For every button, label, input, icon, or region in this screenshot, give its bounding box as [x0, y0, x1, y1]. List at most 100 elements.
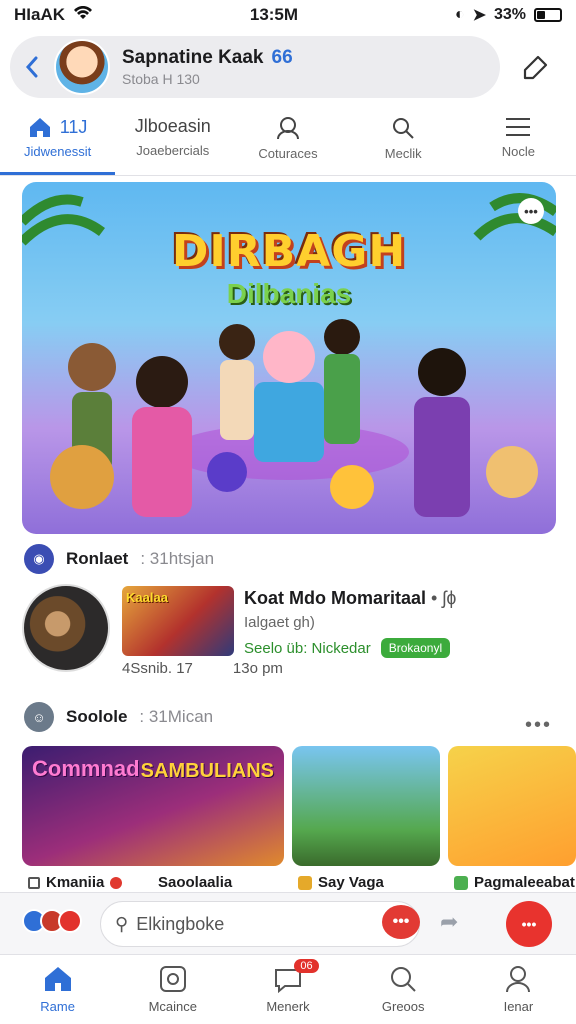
media-icon [159, 966, 186, 992]
post-header[interactable]: ◉ Ronlaet : 31htsjan [24, 544, 214, 574]
battery-icon [534, 8, 562, 22]
carrier-label: HIaAK [14, 5, 66, 24]
post-author-2: Soolole [66, 707, 128, 726]
home-icon [44, 967, 71, 991]
feed-byline: Seelo üb: Nickedar Brokaonyl [244, 638, 451, 658]
nav-profile-label: Ienar [503, 999, 534, 1014]
card-overlay-right: SAMBULIANS [140, 760, 274, 782]
feed-stat-time: 13o pm [232, 660, 283, 677]
share-button[interactable]: ➦ [440, 909, 458, 935]
member-count: 66 [271, 47, 293, 68]
feed-title-suffix: • ʃɸ [431, 588, 457, 608]
wifi-icon [73, 5, 93, 25]
tab-home-top: 11J [59, 116, 88, 137]
chevron-left-icon [25, 56, 38, 78]
thumbnail-text: Kaalaa [126, 590, 168, 605]
tab-contacts-label: Coturaces [258, 146, 318, 161]
tab-broadcasts-top: Jlboeasin [134, 116, 211, 136]
feed-stats: 4Ssnib. 17 13o pm [122, 660, 283, 677]
message-bar: ⚲ Elkingboke ••• ➦ ••• [0, 892, 576, 954]
edit-icon [523, 55, 548, 80]
card-caption-2: Saoolaalia [158, 874, 233, 891]
contact-subtitle: Stoba H 130 [122, 71, 200, 87]
pin-icon [110, 876, 123, 889]
media-card[interactable]: Commnad SAMBULIANS [22, 746, 284, 866]
author-avatar: ☺ [24, 702, 54, 732]
card-overlay-left: Commnad [32, 756, 140, 781]
card-caption: Kmaniia [28, 874, 123, 891]
bottom-nav: Rame Mcaince 06 Menerk Greoos Ienar [0, 954, 576, 1024]
channel-icon: ◉ [24, 544, 54, 574]
feed-thumbnail: Kaalaa [122, 586, 234, 656]
nav-search[interactable]: Greoos [346, 955, 461, 1024]
tab-home-label: Jidwenessit [24, 144, 92, 159]
fab-button[interactable]: ••• [506, 901, 552, 947]
tab-search-label: Meclik [384, 146, 422, 161]
tab-menu-label: Nocle [501, 144, 536, 159]
nav-media[interactable]: Mcaince [115, 955, 230, 1024]
tab-search[interactable]: Meclik [346, 110, 461, 175]
tab-menu[interactable]: Nocle [461, 110, 576, 175]
nav-chat[interactable]: 06 Menerk [230, 955, 345, 1024]
clock: 13:5M [249, 5, 299, 24]
card-caption-4: Pagmaleeabat [454, 874, 575, 891]
chat-header: Sapnatine Kaak 66 Stoba H 130 [10, 36, 500, 98]
person-icon [277, 117, 299, 140]
feed-stat-views: 4Ssnib. 17 [122, 660, 193, 677]
attach-icon: ⚲ [115, 913, 129, 934]
voice-button[interactable]: ••• [382, 905, 420, 939]
tag-icon [454, 875, 468, 890]
search-icon [393, 118, 414, 139]
tab-contacts[interactable]: Coturaces [230, 110, 345, 175]
media-card[interactable] [292, 746, 440, 866]
media-carousel: Commnad SAMBULIANS Kmaniia Saoolaalia Sa… [22, 746, 576, 891]
media-card[interactable] [448, 746, 576, 866]
nav-home[interactable]: Rame [0, 955, 115, 1024]
nav-chat-label: Menerk [266, 999, 310, 1014]
compose-button[interactable] [510, 46, 560, 90]
reaction-stack[interactable] [22, 909, 82, 933]
nav-profile[interactable]: Ienar [461, 955, 576, 1024]
feed-subtitle: Ialgaet gh) [244, 614, 315, 631]
hero-banner[interactable]: DIRBAGH Dilbanias ••• [22, 182, 556, 534]
tab-broadcasts[interactable]: Jlboeasin Joaebercials [115, 110, 230, 175]
avatar[interactable] [54, 39, 110, 95]
more-options-button[interactable]: ••• [525, 714, 552, 737]
heart-icon [58, 909, 82, 933]
nav-home-label: Rame [40, 999, 75, 1014]
feed-byline-text: Seelo üb: Nickedar [244, 639, 371, 657]
message-input[interactable]: ⚲ Elkingboke [100, 901, 420, 947]
post-author: Ronlaet [66, 549, 129, 568]
profile-icon [506, 966, 531, 993]
folder-icon [298, 875, 312, 890]
battery-percent: 33% [493, 6, 526, 23]
post-meta-2: : 31Mican [139, 707, 214, 726]
feed-thumbnail-round [22, 584, 110, 672]
back-button[interactable] [10, 36, 54, 98]
status-badge[interactable]: Brokaonyl [380, 638, 451, 658]
status-bar: HIaAK 13:5M ◐ ➤ 33% [0, 0, 576, 30]
hero-options-button[interactable]: ••• [518, 198, 544, 224]
message-input-text: Elkingboke [136, 913, 225, 934]
contact-name: Sapnatine Kaak [122, 47, 264, 68]
focus-icon: ◐ [454, 6, 465, 23]
feed-title: Koat Mdo Momaritaal • ʃɸ [244, 588, 457, 608]
tab-broadcasts-label: Joaebercials [136, 143, 210, 158]
app-screen: HIaAK 13:5M ◐ ➤ 33% Sapnatine Kaak 66 St… [0, 0, 576, 1024]
post-header-2[interactable]: ☺ Soolole : 31Mican [24, 702, 213, 732]
top-tab-bar: 11J Jidwenessit Jlboeasin Joaebercials C… [0, 110, 576, 176]
chat-badge: 06 [294, 959, 319, 973]
hero-subtitle: Dilbanias [226, 278, 352, 309]
post-meta: : 31htsjan [140, 549, 215, 568]
menu-icon [506, 118, 531, 136]
home-icon [29, 118, 50, 137]
feed-item[interactable]: Kaalaa Koat Mdo Momaritaal • ʃɸ Ialgaet … [22, 580, 556, 680]
hero-title: DIRBAGH [171, 226, 407, 277]
nav-media-label: Mcaince [148, 999, 198, 1014]
search-icon [391, 967, 416, 992]
nav-search-label: Greoos [381, 999, 425, 1014]
card-caption-3: Say Vaga [298, 874, 384, 891]
location-icon: ➤ [472, 7, 486, 24]
checkbox-icon [28, 876, 40, 889]
tab-home[interactable]: 11J Jidwenessit [0, 110, 116, 175]
